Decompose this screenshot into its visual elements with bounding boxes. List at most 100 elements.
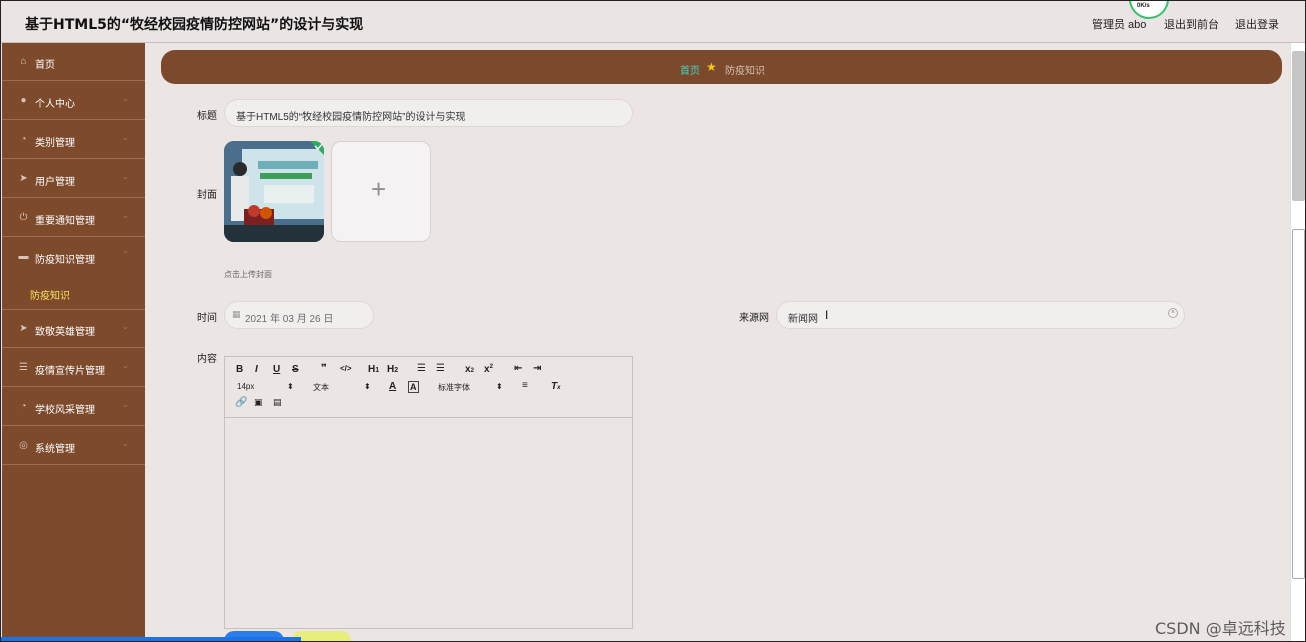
rich-text-editor: B I U S ❞ </> H1 H2 ☰ ☰ x2 x2 ⇤ ⇥ 14px ⬍… <box>224 356 633 629</box>
align-icon[interactable]: ≡ <box>522 380 528 391</box>
app-window: 基于HTML5的“牧经校园疫情防控网站”的设计与实现 0K/s 管理员 abo … <box>0 0 1306 642</box>
sidebar-subitem-knowledge[interactable]: 防疫知识 <box>30 287 70 302</box>
sidebar-item-notices[interactable]: ⏻ 重要通知管理 ⌄ <box>2 199 145 237</box>
italic-icon[interactable]: I <box>255 364 258 375</box>
breadcrumb-current: 防疫知识 <box>725 66 765 77</box>
font-size-select[interactable]: 14px <box>237 382 254 391</box>
star-icon: ★ <box>706 60 717 74</box>
chevron-updown-icon: ⬍ <box>287 382 294 391</box>
sidebar-item-knowledge[interactable]: ▬ 防疫知识管理 ⌃ 防疫知识 <box>2 238 145 310</box>
send-icon: ➤ <box>19 173 28 184</box>
sidebar-item-label: 类别管理 <box>35 138 75 149</box>
sidebar-item-profile[interactable]: ● 个人中心 ⌄ <box>2 82 145 120</box>
date-value: 2021 年 03 月 26 日 <box>245 314 334 325</box>
sidebar-item-label: 学校风采管理 <box>35 405 95 416</box>
breadcrumb-home[interactable]: 首页 <box>680 62 700 77</box>
strike-icon[interactable]: S <box>292 364 299 375</box>
editor-toolbar: B I U S ❞ </> H1 H2 ☰ ☰ x2 x2 ⇤ ⇥ 14px ⬍… <box>225 357 632 418</box>
cover-label: 封面 <box>197 190 217 201</box>
sidebar-item-label: 用户管理 <box>35 177 75 188</box>
background-color-icon[interactable]: A <box>408 381 419 393</box>
scrollbar-frame <box>1292 229 1305 579</box>
user-icon: ● <box>20 95 27 106</box>
top-header: 基于HTML5的“牧经校园疫情防控网站”的设计与实现 0K/s 管理员 abo … <box>1 1 1305 43</box>
sidebar-item-system[interactable]: ◎ 系统管理 ⌄ <box>2 427 145 465</box>
chevron-down-icon: ⌄ <box>122 439 129 448</box>
bold-icon[interactable]: B <box>236 364 243 375</box>
chevron-down-icon: ⌄ <box>122 133 129 142</box>
code-icon[interactable]: </> <box>340 364 352 373</box>
sidebar-item-campus[interactable]: ◔ 学校风采管理 ⌄ <box>2 388 145 426</box>
link-icon[interactable]: 🔗 <box>235 397 247 408</box>
sidebar-item-label: 致敬英雄管理 <box>35 327 95 338</box>
chevron-down-icon: ⌄ <box>122 400 129 409</box>
sliders-icon: ☰ <box>19 362 28 373</box>
watermark: CSDN @卓远科技 <box>1155 619 1286 638</box>
chevron-down-icon: ⌄ <box>122 211 129 220</box>
chevron-up-icon: ⌃ <box>122 250 129 259</box>
image-icon[interactable]: ▣ <box>254 397 263 408</box>
sidebar-item-heroes[interactable]: ➤ 致敬英雄管理 ⌄ <box>2 310 145 348</box>
upload-add-button[interactable]: + <box>331 141 431 242</box>
date-picker[interactable]: ▦ 2021 年 03 月 26 日 <box>224 301 374 329</box>
cover-image[interactable] <box>224 141 324 242</box>
title-label: 标题 <box>197 111 217 122</box>
send-icon: ➤ <box>19 323 28 334</box>
superscript-icon[interactable]: x2 <box>484 364 493 375</box>
clear-icon[interactable]: × <box>1168 308 1178 318</box>
video-icon[interactable]: ▤ <box>273 397 282 408</box>
app-title: 基于HTML5的“牧经校园疫情防控网站”的设计与实现 <box>25 17 364 33</box>
source-label: 来源网 <box>739 313 769 324</box>
calendar-icon: ▦ <box>232 309 241 319</box>
power-icon: ⏻ <box>19 212 28 223</box>
back-to-front-link[interactable]: 退出到前台 <box>1164 16 1219 32</box>
chevron-updown-icon: ⬍ <box>496 382 503 391</box>
sidebar-item-label: 系统管理 <box>35 444 75 455</box>
sidebar-item-label: 防疫知识管理 <box>35 255 95 266</box>
outdent-icon[interactable]: ⇤ <box>514 363 522 374</box>
taskbar-strip <box>1 637 301 641</box>
home-icon: ⌂ <box>20 56 27 67</box>
h2-icon[interactable]: H2 <box>387 364 398 375</box>
speed-text: 0K/s <box>1137 3 1150 9</box>
gauge-icon: ◔ <box>20 401 27 412</box>
text-cursor-icon: I <box>825 308 829 322</box>
ordered-list-icon[interactable]: ☰ <box>417 363 426 374</box>
h1-icon[interactable]: H1 <box>368 364 379 375</box>
logout-link[interactable]: 退出登录 <box>1235 16 1279 32</box>
content-label: 内容 <box>197 354 217 365</box>
book-icon: ▬ <box>18 251 29 262</box>
underline-icon[interactable]: U <box>273 364 280 375</box>
bullet-list-icon[interactable]: ☰ <box>436 363 445 374</box>
gauge-icon: ◔ <box>20 134 27 145</box>
indent-icon[interactable]: ⇥ <box>533 363 541 374</box>
sidebar-item-users[interactable]: ➤ 用户管理 ⌄ <box>2 160 145 198</box>
chevron-down-icon: ⌄ <box>122 322 129 331</box>
chevron-down-icon: ⌄ <box>122 361 129 370</box>
cover-photo-icon <box>224 141 324 242</box>
sidebar-item-label: 个人中心 <box>35 99 75 110</box>
breadcrumb: 首页 ★ 防疫知识 <box>161 50 1282 84</box>
font-family-select[interactable]: 标准字体 <box>438 382 470 393</box>
sidebar: ⌂ 首页 ● 个人中心 ⌄ ◔ 类别管理 ⌄ ➤ 用户管理 ⌄ ⏻ 重要通知管理… <box>2 43 145 641</box>
sidebar-item-category[interactable]: ◔ 类别管理 ⌄ <box>2 121 145 159</box>
sidebar-item-label: 首页 <box>35 60 55 71</box>
format-select[interactable]: 文本 <box>313 382 329 393</box>
chevron-down-icon: ⌄ <box>122 94 129 103</box>
sidebar-item-videos[interactable]: ☰ 疫情宣传片管理 ⌄ <box>2 349 145 387</box>
blockquote-icon[interactable]: ❞ <box>321 363 327 374</box>
globe-icon: ◎ <box>19 440 28 451</box>
clear-format-icon[interactable]: Tx <box>551 381 560 392</box>
font-color-icon[interactable]: A <box>389 381 396 392</box>
time-label: 时间 <box>197 313 217 324</box>
current-user: 管理员 abo <box>1092 19 1147 31</box>
chevron-down-icon: ⌄ <box>122 172 129 181</box>
cover-upload-hint: 点击上传封面 <box>224 270 272 279</box>
title-input[interactable]: 基于HTML5的“牧经校园疫情防控网站”的设计与实现 <box>224 99 633 127</box>
subscript-icon[interactable]: x2 <box>465 364 474 375</box>
sidebar-item-label: 疫情宣传片管理 <box>35 366 105 377</box>
source-input[interactable]: 新闻网 <box>776 301 1185 329</box>
scrollbar-thumb[interactable] <box>1292 51 1305 201</box>
sidebar-item-label: 重要通知管理 <box>35 216 95 227</box>
sidebar-item-home[interactable]: ⌂ 首页 <box>2 43 145 81</box>
